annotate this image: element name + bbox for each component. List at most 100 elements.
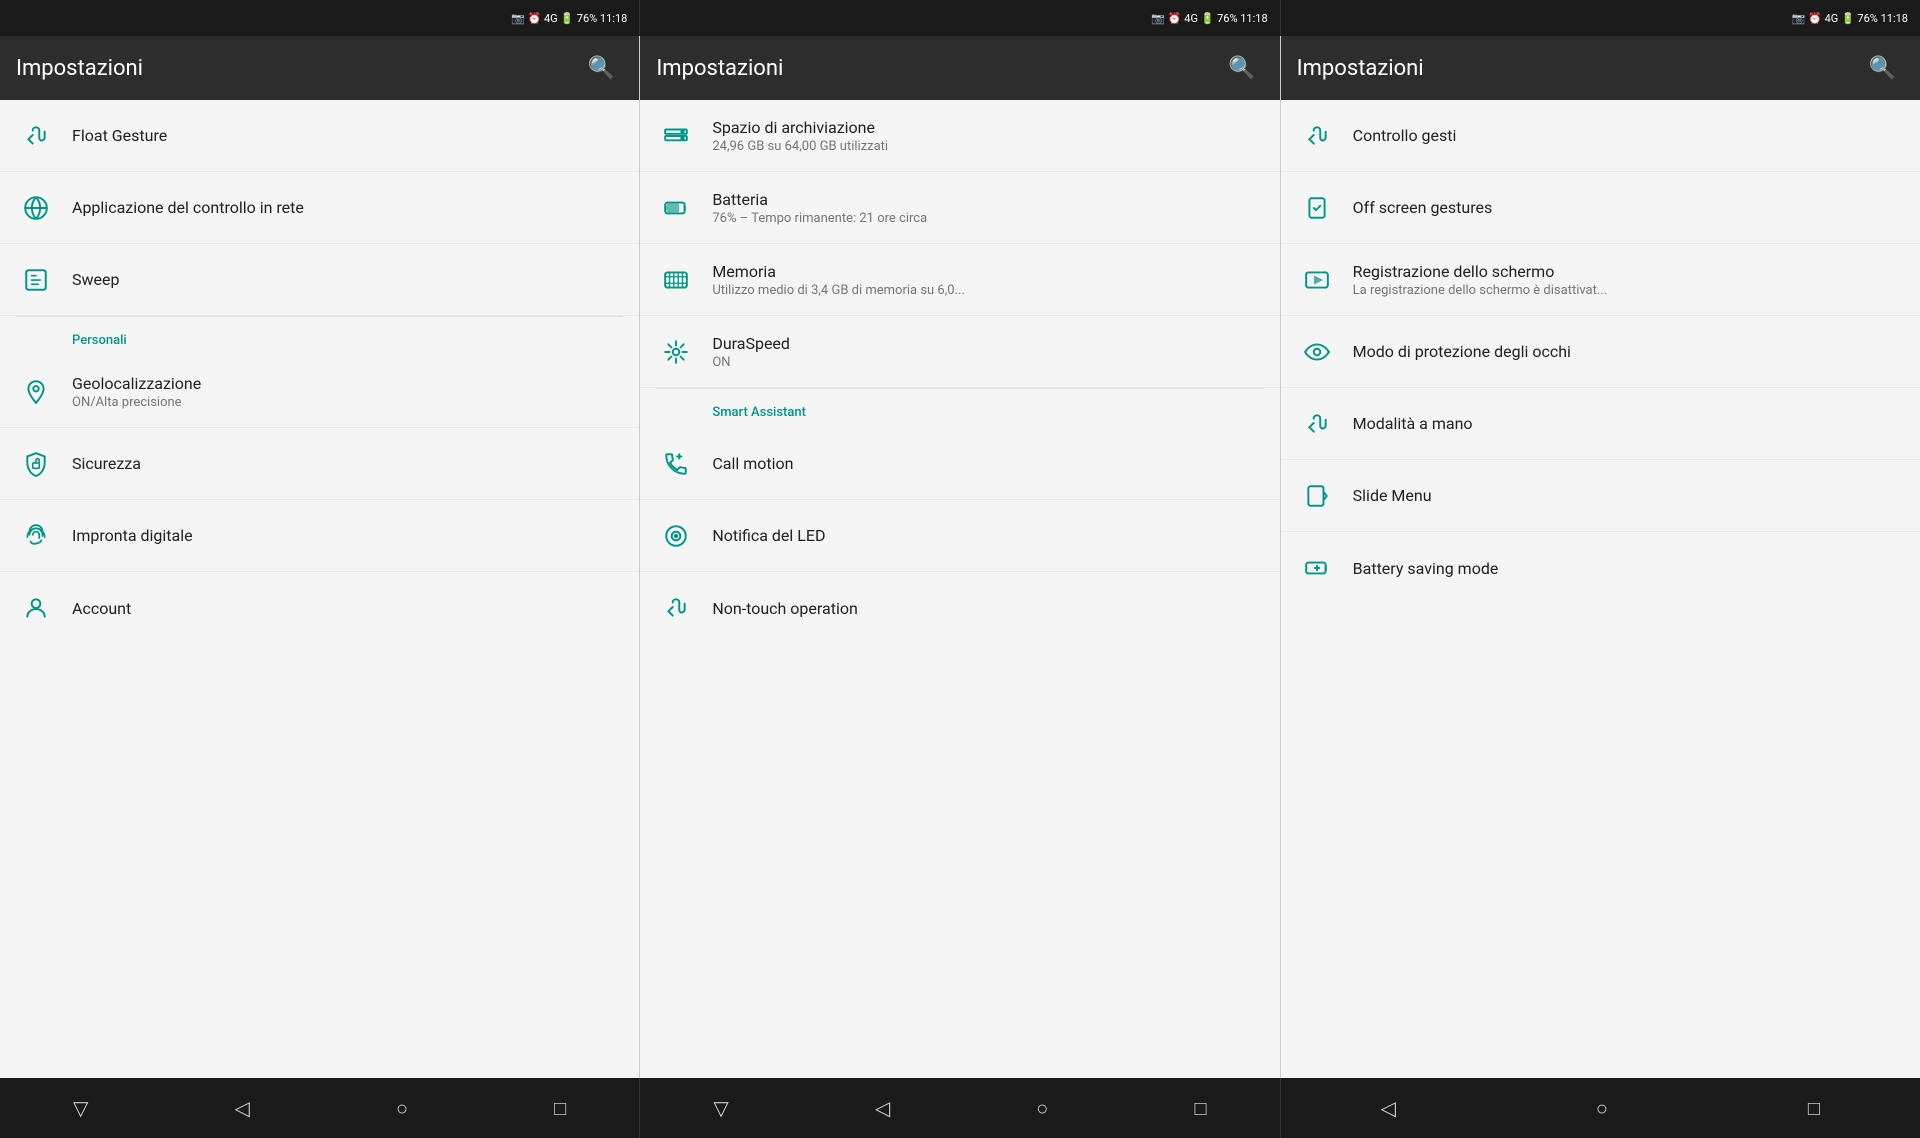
status-segment-2: 📷 ⏰ 4G 🔋 76% 11:18 xyxy=(640,0,1280,36)
storage-icon xyxy=(656,116,696,156)
item-title-slidemenu: Slide Menu xyxy=(1353,486,1904,505)
item-duraspeed[interactable]: DuraSpeed ON xyxy=(640,316,1279,388)
item-subtitle-screenrec: La registrazione dello schermo è disatti… xyxy=(1353,283,1904,298)
item-title-notouch: Non-touch operation xyxy=(712,599,1263,618)
item-title-onehand: Modalità a mano xyxy=(1353,414,1904,433)
nav-bar: ▽ ◁ ○ □ ▽ ◁ ○ □ ◁ ○ □ xyxy=(0,1078,1920,1138)
item-title-storage: Spazio di archiviazione xyxy=(712,118,1263,137)
app-bar-title-2: Impostazioni xyxy=(656,56,783,81)
item-text-offscreen: Off screen gestures xyxy=(1353,198,1904,217)
item-notouch[interactable]: Non-touch operation xyxy=(640,572,1279,644)
item-onehand[interactable]: Modalità a mano xyxy=(1281,388,1920,460)
item-security[interactable]: Sicurezza xyxy=(0,428,639,500)
item-battery[interactable]: Batteria 76% – Tempo rimanente: 21 ore c… xyxy=(640,172,1279,244)
settings-list-1: Float Gesture Applicazione del controllo… xyxy=(0,100,639,1078)
status-segment-3: 📷 ⏰ 4G 🔋 76% 11:18 xyxy=(1281,0,1920,36)
nav-back-1[interactable]: ◁ xyxy=(219,1086,266,1130)
item-offscreen[interactable]: Off screen gestures xyxy=(1281,172,1920,244)
item-storage[interactable]: Spazio di archiviazione 24,96 GB su 64,0… xyxy=(640,100,1279,172)
batterysave-icon xyxy=(1297,548,1337,588)
item-text-security: Sicurezza xyxy=(72,454,623,473)
nav-dropdown-2[interactable]: ▽ xyxy=(697,1086,744,1130)
item-title-network: Applicazione del controllo in rete xyxy=(72,198,623,217)
item-gesture-ctrl[interactable]: Controllo gesti xyxy=(1281,100,1920,172)
nav-recent-3[interactable]: □ xyxy=(1792,1086,1836,1131)
app-bar-title-3: Impostazioni xyxy=(1297,56,1424,81)
panel-3: Impostazioni 🔍 Controllo gesti Off scree… xyxy=(1281,36,1920,1078)
item-text-batterysave: Battery saving mode xyxy=(1353,559,1904,578)
item-text-callmotion: Call motion xyxy=(712,454,1263,473)
item-call-motion[interactable]: Call motion xyxy=(640,428,1279,500)
notouch-icon xyxy=(656,588,696,628)
item-screenrec[interactable]: Registrazione dello schermo La registraz… xyxy=(1281,244,1920,316)
led-icon xyxy=(656,516,696,556)
item-title-gesture-ctrl: Controllo gesti xyxy=(1353,126,1904,145)
nav-segment-2: ▽ ◁ ○ □ xyxy=(640,1078,1280,1138)
nav-back-2[interactable]: ◁ xyxy=(859,1086,906,1130)
item-text-battery: Batteria 76% – Tempo rimanente: 21 ore c… xyxy=(712,190,1263,226)
security-icon xyxy=(16,444,56,484)
item-subtitle-duraspeed: ON xyxy=(712,355,1263,370)
item-text-storage: Spazio di archiviazione 24,96 GB su 64,0… xyxy=(712,118,1263,154)
nav-dropdown-1[interactable]: ▽ xyxy=(57,1086,104,1130)
item-sweep[interactable]: Sweep xyxy=(0,244,639,316)
nav-recent-1[interactable]: □ xyxy=(538,1086,582,1131)
nav-home-1[interactable]: ○ xyxy=(380,1086,424,1131)
nav-back-3[interactable]: ◁ xyxy=(1365,1086,1412,1130)
section-personali: Personali xyxy=(0,317,639,356)
callmotion-icon xyxy=(656,444,696,484)
network-icon xyxy=(16,188,56,228)
nav-recent-2[interactable]: □ xyxy=(1178,1086,1222,1131)
item-batterysave[interactable]: Battery saving mode xyxy=(1281,532,1920,604)
app-bar-3: Impostazioni 🔍 xyxy=(1281,36,1920,100)
item-title-location: Geolocalizzazione xyxy=(72,374,623,393)
item-slidemenu[interactable]: Slide Menu xyxy=(1281,460,1920,532)
item-location[interactable]: Geolocalizzazione ON/Alta precisione xyxy=(0,356,639,428)
item-title-float-gesture: Float Gesture xyxy=(72,126,623,145)
item-title-offscreen: Off screen gestures xyxy=(1353,198,1904,217)
item-title-screenrec: Registrazione dello schermo xyxy=(1353,262,1904,281)
item-led[interactable]: Notifica del LED xyxy=(640,500,1279,572)
item-text-led: Notifica del LED xyxy=(712,526,1263,545)
status-bar: 📷 ⏰ 4G 🔋 76% 11:18 📷 ⏰ 4G 🔋 76% 11:18 📷 … xyxy=(0,0,1920,36)
item-account[interactable]: Account xyxy=(0,572,639,644)
eyeprotect-icon xyxy=(1297,332,1337,372)
item-text-float-gesture: Float Gesture xyxy=(72,126,623,145)
status-icons-2: 📷 ⏰ 4G 🔋 76% 11:18 xyxy=(1151,12,1267,25)
item-title-sweep: Sweep xyxy=(72,270,623,289)
location-icon xyxy=(16,372,56,412)
item-eyeprotect[interactable]: Modo di protezione degli occhi xyxy=(1281,316,1920,388)
item-title-eyeprotect: Modo di protezione degli occhi xyxy=(1353,342,1904,361)
nav-home-3[interactable]: ○ xyxy=(1580,1086,1624,1131)
app-bar-title-1: Impostazioni xyxy=(16,56,143,81)
slidemenu-icon xyxy=(1297,476,1337,516)
gesture-icon xyxy=(16,116,56,156)
search-button-1[interactable]: 🔍 xyxy=(580,48,623,89)
item-text-duraspeed: DuraSpeed ON xyxy=(712,334,1263,370)
panel-2: Impostazioni 🔍 Spazio di archiviazione 2… xyxy=(640,36,1280,1078)
item-text-slidemenu: Slide Menu xyxy=(1353,486,1904,505)
item-subtitle-memory: Utilizzo medio di 3,4 GB di memoria su 6… xyxy=(712,283,1263,298)
main-content: Impostazioni 🔍 Float Gesture Applicazion… xyxy=(0,36,1920,1078)
item-subtitle-location: ON/Alta precisione xyxy=(72,395,623,410)
item-title-callmotion: Call motion xyxy=(712,454,1263,473)
item-fingerprint[interactable]: Impronta digitale xyxy=(0,500,639,572)
item-float-gesture[interactable]: Float Gesture xyxy=(0,100,639,172)
item-text-screenrec: Registrazione dello schermo La registraz… xyxy=(1353,262,1904,298)
nav-home-2[interactable]: ○ xyxy=(1020,1086,1064,1131)
item-text-eyeprotect: Modo di protezione degli occhi xyxy=(1353,342,1904,361)
item-title-account: Account xyxy=(72,599,623,618)
screenrec-icon xyxy=(1297,260,1337,300)
item-text-sweep: Sweep xyxy=(72,270,623,289)
item-title-fingerprint: Impronta digitale xyxy=(72,526,623,545)
item-text-fingerprint: Impronta digitale xyxy=(72,526,623,545)
app-bar-1: Impostazioni 🔍 xyxy=(0,36,639,100)
item-memory[interactable]: Memoria Utilizzo medio di 3,4 GB di memo… xyxy=(640,244,1279,316)
nav-segment-3: ◁ ○ □ xyxy=(1281,1078,1920,1138)
memory-icon xyxy=(656,260,696,300)
item-subtitle-storage: 24,96 GB su 64,00 GB utilizzati xyxy=(712,139,1263,154)
search-button-2[interactable]: 🔍 xyxy=(1220,48,1263,89)
item-text-onehand: Modalità a mano xyxy=(1353,414,1904,433)
item-network-control[interactable]: Applicazione del controllo in rete xyxy=(0,172,639,244)
search-button-3[interactable]: 🔍 xyxy=(1861,48,1904,89)
